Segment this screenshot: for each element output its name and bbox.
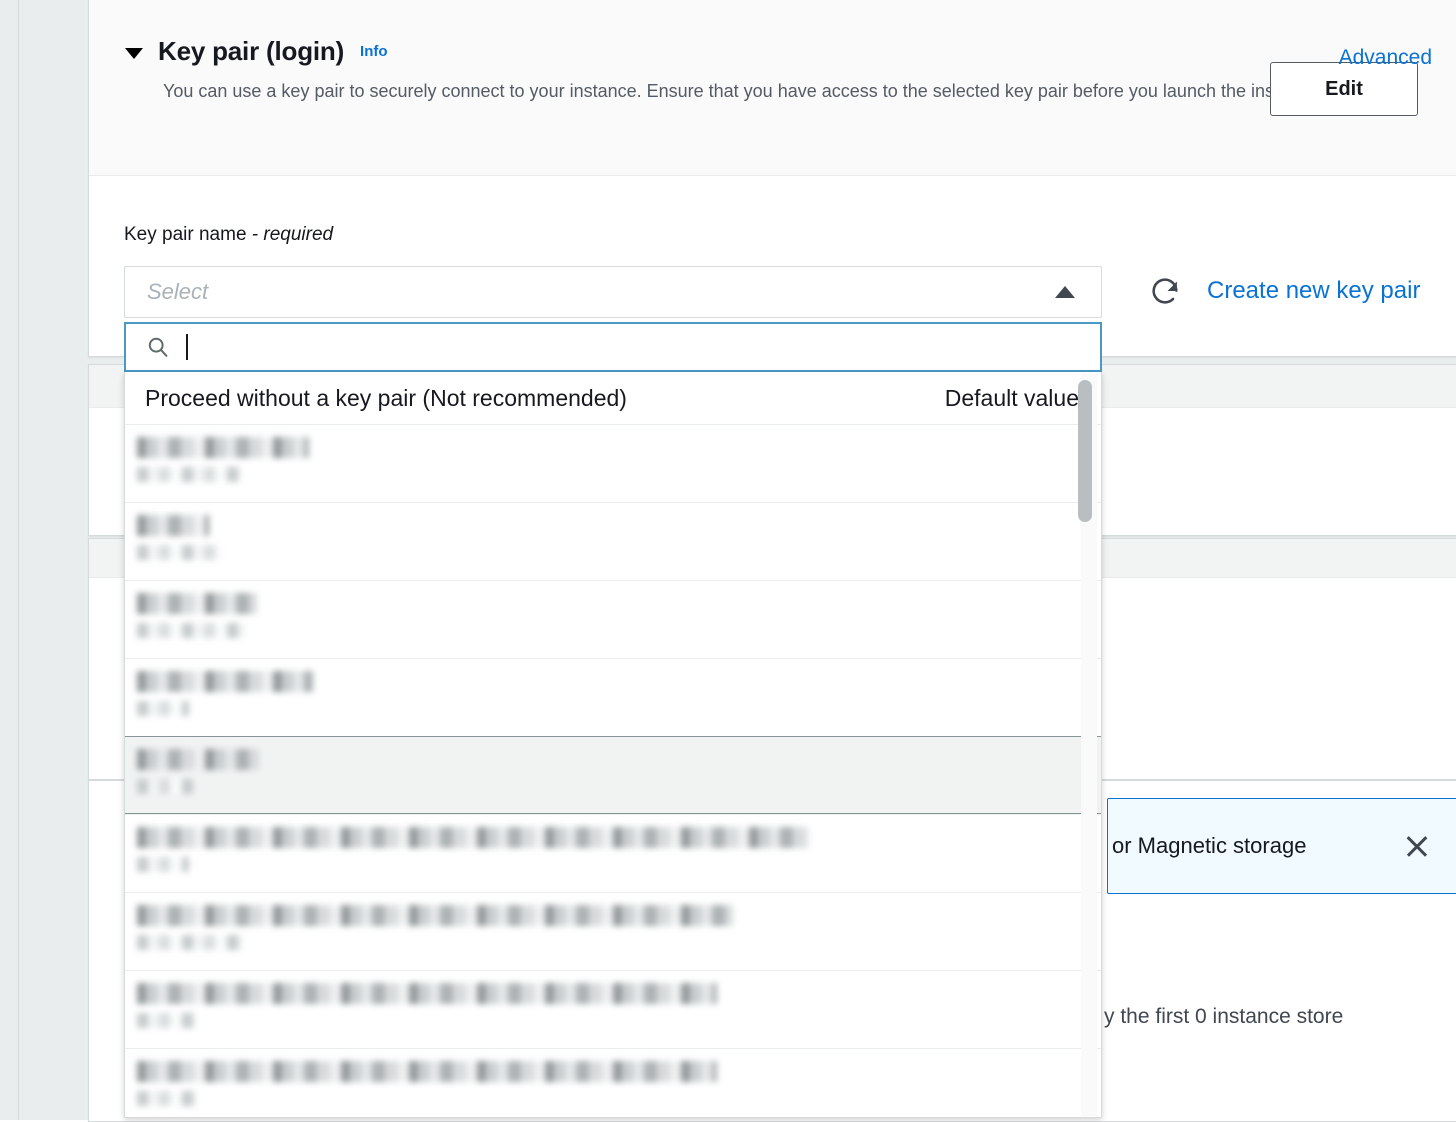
advanced-link[interactable]: Advanced	[1339, 46, 1432, 70]
redacted-option-name	[137, 905, 733, 926]
redacted-option-name	[137, 671, 313, 692]
list-item[interactable]	[125, 658, 1101, 736]
redacted-option-name	[137, 827, 809, 848]
redacted-option-meta	[137, 623, 245, 638]
key-pair-dropdown-popover: Proceed without a key pair (Not recommen…	[124, 322, 1102, 1118]
required-indicator: - required	[251, 224, 334, 245]
list-item[interactable]	[125, 502, 1101, 580]
redacted-option-name	[137, 749, 259, 770]
key-pair-select-placeholder: Select	[147, 279, 209, 304]
create-new-key-pair-link[interactable]: Create new key pair	[1207, 277, 1420, 305]
dropdown-scrollbar-track[interactable]	[1078, 374, 1097, 1116]
option-rows-container	[125, 424, 1101, 1117]
page-title: Key pair (login)	[158, 36, 345, 66]
info-link[interactable]: Info	[360, 43, 388, 60]
caret-down-icon[interactable]	[125, 47, 143, 59]
magnetic-storage-alert: or Magnetic storage	[1107, 798, 1456, 894]
list-item[interactable]	[125, 814, 1101, 892]
section-title-row[interactable]: Key pair (login) Info	[89, 0, 1456, 67]
close-icon[interactable]	[1404, 833, 1430, 859]
redacted-option-meta	[137, 857, 189, 872]
redacted-option-meta	[137, 1091, 197, 1106]
list-item[interactable]	[125, 424, 1101, 502]
redacted-option-meta	[137, 935, 243, 950]
redacted-option-meta	[137, 701, 189, 716]
refresh-icon[interactable]	[1148, 275, 1182, 309]
redacted-option-meta	[137, 779, 193, 794]
edit-button[interactable]: Edit	[1270, 62, 1418, 116]
list-item[interactable]	[125, 736, 1101, 814]
key-pair-select[interactable]: Select	[124, 266, 1102, 318]
key-pair-name-label: Key pair name - required	[124, 224, 333, 246]
default-value-badge: Default value	[944, 384, 1079, 411]
list-item[interactable]	[125, 892, 1101, 970]
instance-store-note: y the first 0 instance store	[1104, 1005, 1344, 1028]
key-pair-name-label-text: Key pair name	[124, 224, 247, 245]
redacted-option-meta	[137, 545, 223, 560]
redacted-option-name	[137, 515, 209, 536]
list-item[interactable]	[125, 970, 1101, 1048]
key-pair-option-list: Proceed without a key pair (Not recommen…	[124, 372, 1102, 1118]
redacted-option-name	[137, 437, 309, 458]
caret-up-icon[interactable]	[1055, 286, 1075, 298]
redacted-option-meta	[137, 467, 241, 482]
left-rail-divider	[18, 0, 19, 1120]
redacted-option-name	[137, 1061, 717, 1082]
alert-message: or Magnetic storage	[1112, 833, 1307, 858]
text-cursor	[186, 334, 188, 360]
list-item[interactable]	[125, 1048, 1101, 1117]
redacted-option-name	[137, 593, 257, 614]
redacted-option-name	[137, 983, 717, 1004]
option-label: Proceed without a key pair (Not recommen…	[145, 384, 627, 411]
option-proceed-without-key-pair[interactable]: Proceed without a key pair (Not recommen…	[125, 372, 1101, 424]
dropdown-scrollbar-thumb[interactable]	[1078, 380, 1092, 522]
redacted-option-meta	[137, 1013, 195, 1028]
section-description: You can use a key pair to securely conne…	[163, 81, 1324, 101]
search-icon	[146, 335, 170, 359]
list-item[interactable]	[125, 580, 1101, 658]
key-pair-search-box[interactable]	[124, 322, 1102, 372]
key-pair-card-header: Key pair (login) Info You can use a key …	[89, 0, 1456, 176]
